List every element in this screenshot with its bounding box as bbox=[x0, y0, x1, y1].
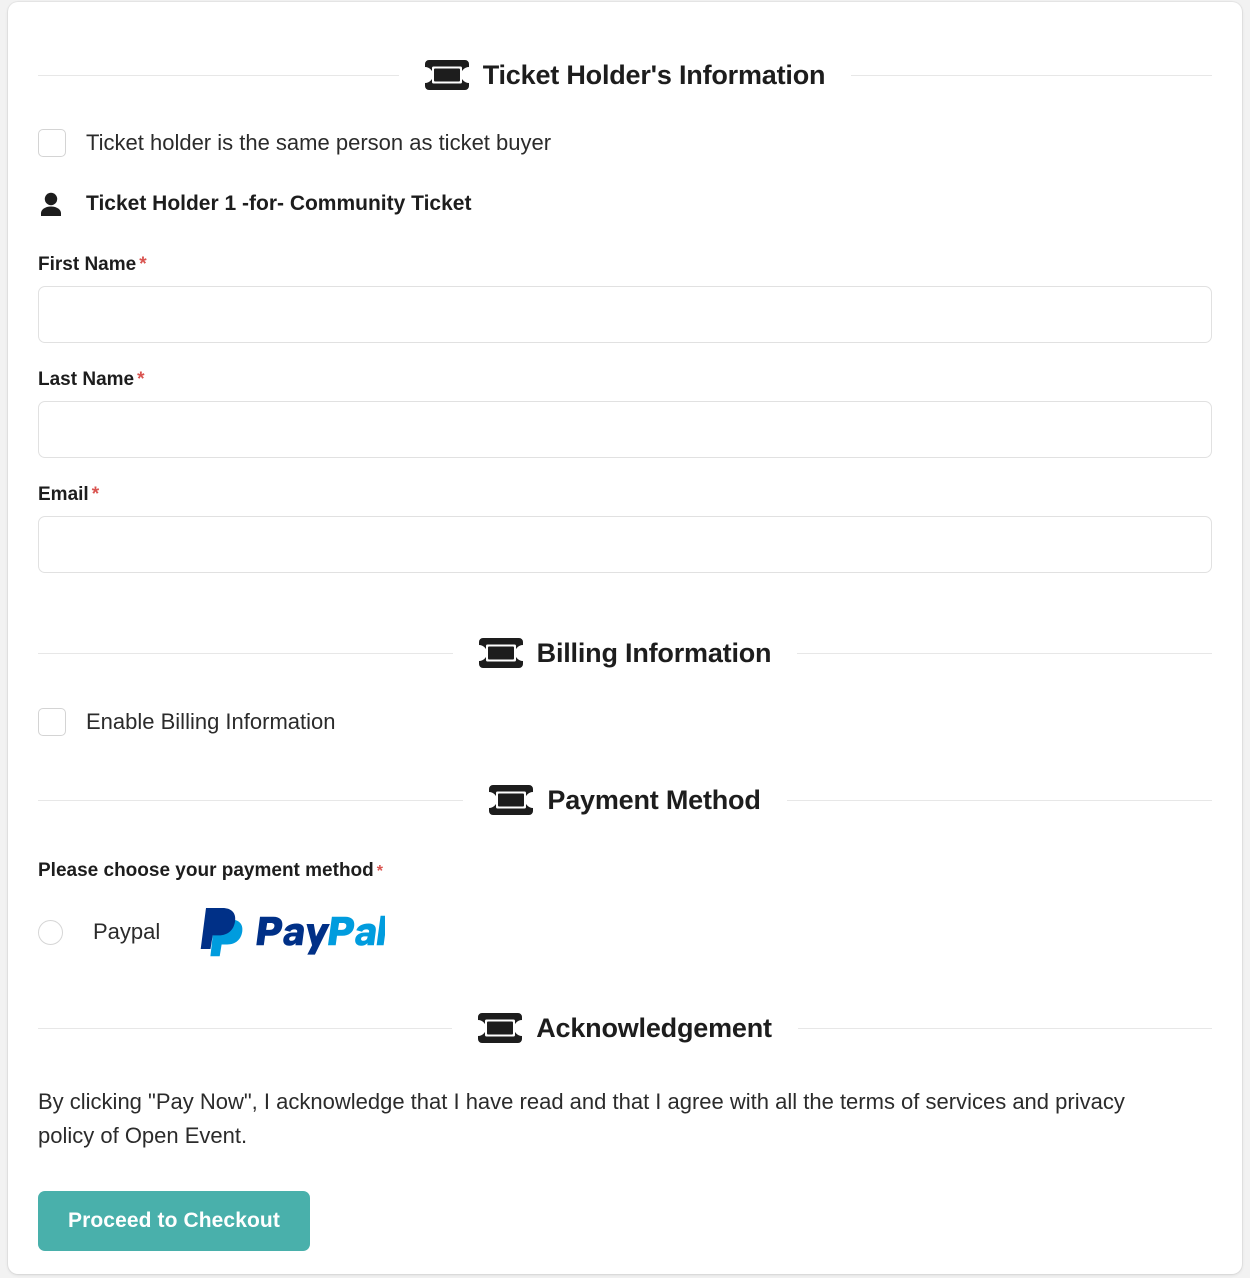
ticket-icon bbox=[478, 638, 523, 668]
first-name-input[interactable] bbox=[38, 286, 1212, 343]
section-title-payment: Payment Method bbox=[547, 784, 761, 815]
section-header-billing: Billing Information bbox=[38, 638, 1212, 668]
field-last-name: Last Name * bbox=[38, 369, 1212, 458]
section-header-payment: Payment Method bbox=[38, 784, 1213, 815]
ticket-holder-title: Ticket Holder 1 -for- Community Ticket bbox=[86, 192, 472, 215]
section-title-billing: Billing Information bbox=[536, 637, 772, 668]
paypal-logo bbox=[200, 906, 388, 958]
divider-right bbox=[851, 74, 1212, 76]
ticket-icon bbox=[489, 785, 534, 815]
section-title-acknowledgement: Acknowledgement bbox=[536, 1012, 772, 1043]
acknowledgement-text: By clicking "Pay Now", I acknowledge tha… bbox=[38, 1089, 1125, 1149]
first-name-label-text: First Name bbox=[38, 254, 137, 275]
divider-right bbox=[786, 799, 1213, 801]
last-name-required-mark: * bbox=[137, 369, 145, 390]
checkout-form-card: Ticket Holder's Information Ticket holde… bbox=[8, 2, 1242, 1274]
paypal-radio-label: Paypal bbox=[93, 919, 161, 944]
divider-left bbox=[38, 799, 464, 801]
divider-right bbox=[797, 1027, 1213, 1029]
email-label-text: Email bbox=[38, 484, 89, 505]
enable-billing-checkbox-row[interactable]: Enable Billing Information bbox=[38, 708, 1212, 736]
email-required-mark: * bbox=[91, 484, 100, 505]
paypal-radio[interactable] bbox=[38, 919, 63, 945]
payment-option-paypal[interactable]: Paypal bbox=[38, 906, 1212, 958]
first-name-label: First Name * bbox=[38, 254, 1212, 276]
field-first-name: First Name * bbox=[38, 254, 1212, 343]
ticket-icon bbox=[424, 60, 469, 90]
proceed-to-checkout-button[interactable]: Proceed to Checkout bbox=[38, 1191, 310, 1252]
email-label: Email * bbox=[38, 484, 1212, 506]
last-name-label: Last Name * bbox=[38, 369, 1212, 391]
payment-method-required-mark: * bbox=[376, 863, 383, 880]
field-email: Email * bbox=[38, 484, 1212, 573]
same-person-checkbox-label: Ticket holder is the same person as tick… bbox=[86, 129, 552, 155]
section-title-ticket-holder: Ticket Holder's Information bbox=[482, 59, 826, 90]
person-icon bbox=[38, 191, 64, 217]
last-name-input[interactable] bbox=[38, 401, 1212, 458]
email-input[interactable] bbox=[38, 516, 1212, 573]
divider-left bbox=[38, 1027, 453, 1029]
first-name-required-mark: * bbox=[139, 254, 147, 275]
same-person-checkbox-row[interactable]: Ticket holder is the same person as tick… bbox=[38, 129, 1212, 157]
enable-billing-checkbox[interactable] bbox=[38, 708, 66, 736]
ticket-icon bbox=[478, 1013, 523, 1043]
enable-billing-checkbox-label: Enable Billing Information bbox=[86, 708, 336, 734]
divider-right bbox=[797, 652, 1212, 654]
same-person-checkbox[interactable] bbox=[38, 129, 66, 157]
section-header-acknowledgement: Acknowledgement bbox=[38, 1012, 1213, 1043]
section-header-ticket-holder: Ticket Holder's Information bbox=[38, 60, 1212, 90]
divider-left bbox=[38, 652, 453, 654]
payment-method-prompt-text: Please choose your payment method bbox=[38, 860, 374, 881]
last-name-label-text: Last Name bbox=[38, 369, 135, 390]
payment-method-prompt: Please choose your payment method * bbox=[38, 860, 1212, 882]
ticket-holder-heading: Ticket Holder 1 -for- Community Ticket bbox=[38, 191, 1212, 217]
divider-left bbox=[38, 74, 399, 76]
